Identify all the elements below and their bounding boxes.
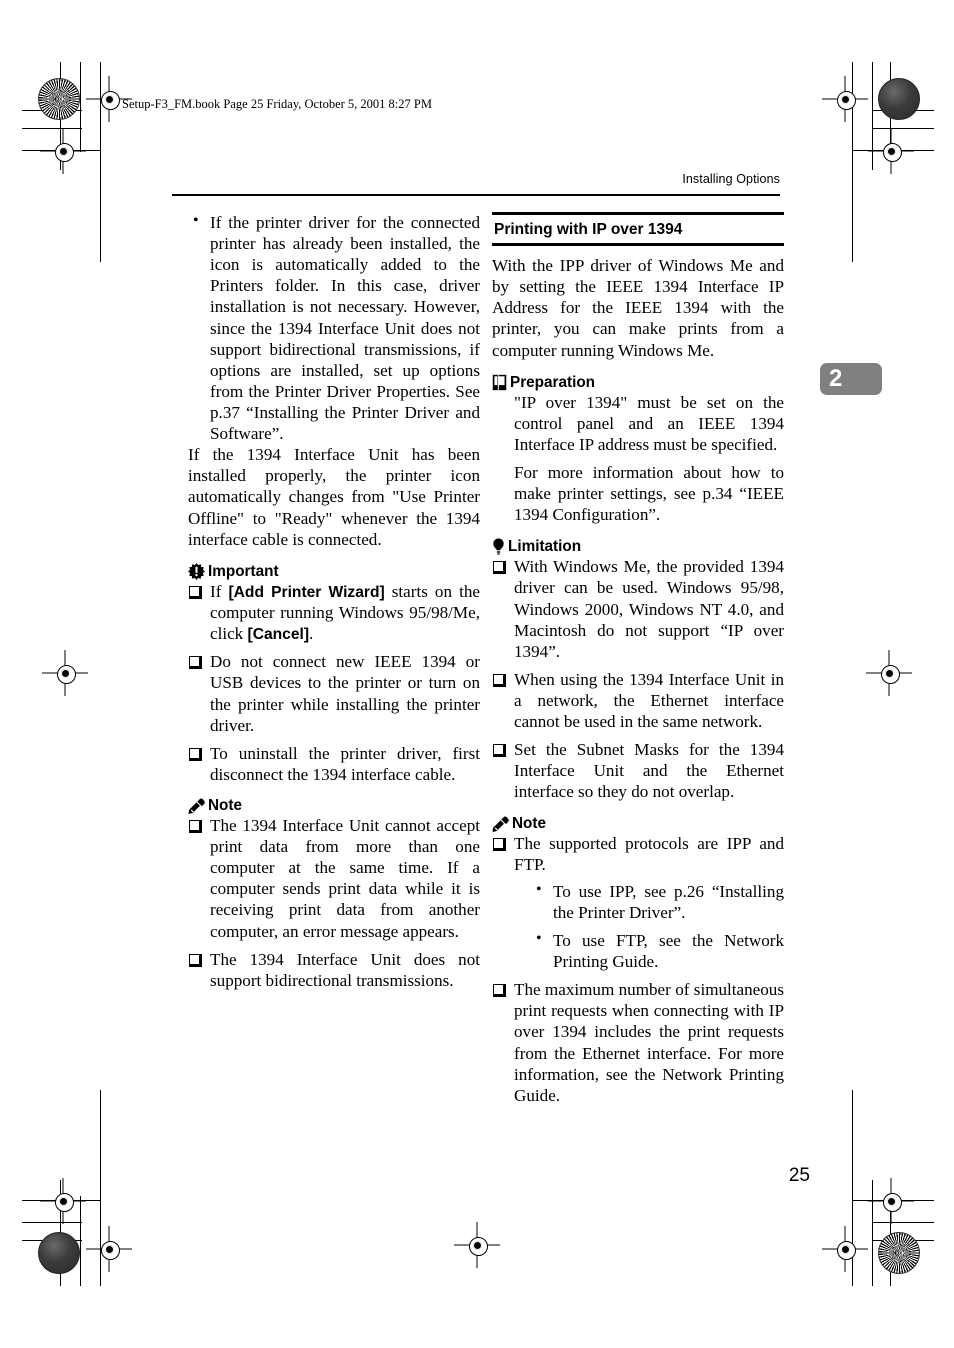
important-list: If [Add Printer Wizard] starts on the co… (188, 581, 480, 785)
list-item-text: When using the 1394 Interface Unit in a … (514, 669, 784, 732)
list-item: To uninstall the printer driver, first d… (188, 743, 480, 785)
header-rule (172, 194, 780, 196)
list-item-text: With Windows Me, the provided 1394 drive… (514, 557, 784, 661)
intro-paragraph: With the IPP driver of Windows Me and by… (492, 256, 784, 360)
chapter-tab: 2 (820, 363, 882, 395)
section-rule-bottom (492, 243, 784, 247)
important-heading: Important (188, 562, 480, 580)
ui-reference: [Cancel] (247, 626, 310, 644)
list-item-text: Set the Subnet Masks for the 1394 Interf… (514, 740, 784, 802)
list-item: The maximum number of simultaneous print… (492, 979, 784, 1106)
right-column: Printing with IP over 1394 With the IPP … (492, 212, 784, 1106)
limitation-list: With Windows Me, the provided 1394 drive… (492, 556, 784, 802)
note-heading: Note (188, 798, 480, 814)
running-head: Installing Options (682, 172, 780, 186)
list-item-text: To uninstall the printer driver, first d… (210, 743, 480, 784)
list-item: Set the Subnet Masks for the 1394 Interf… (492, 739, 784, 802)
note-pencil-icon (188, 798, 205, 814)
body-paragraph: If the 1394 Interface Unit has been inst… (188, 445, 480, 549)
note-pencil-icon (492, 815, 509, 832)
note-list: The supported protocols are IPP and FTP.… (492, 833, 784, 1106)
list-item: The 1394 Interface Unit does not support… (188, 949, 480, 991)
note-list: The 1394 Interface Unit cannot accept pr… (188, 815, 480, 991)
list-item: To use FTP, see the Network Printing Gui… (536, 929, 784, 972)
list-item-text: Do not connect new IEEE 1394 or USB devi… (210, 652, 480, 735)
list-item: With Windows Me, the provided 1394 drive… (492, 556, 784, 662)
note-label: Note (208, 797, 242, 815)
page-number: 25 (788, 1165, 810, 1186)
list-item-text: The supported protocols are IPP and FTP. (514, 833, 784, 874)
limitation-heading: Limitation (492, 538, 784, 556)
preparation-heading: Preparation (492, 374, 784, 391)
list-item: To use IPP, see p.26 “Installing the Pri… (536, 880, 784, 923)
preparation-paragraph: For more information about how to make p… (514, 463, 784, 525)
manual-page: Setup-F3_FM.book Page 25 Friday, October… (0, 0, 954, 1348)
list-item: The 1394 Interface Unit cannot accept pr… (188, 815, 480, 942)
list-item: If [Add Printer Wizard] starts on the co… (188, 581, 480, 645)
list-item-text: The 1394 Interface Unit cannot accept pr… (210, 816, 480, 941)
preparation-paragraph: "IP over 1394" must be set on the contro… (514, 392, 784, 454)
list-item-text: The maximum number of simultaneous print… (514, 980, 784, 1105)
section-heading-block: Printing with IP over 1394 (492, 212, 784, 247)
list-item: Do not connect new IEEE 1394 or USB devi… (188, 651, 480, 735)
left-column: If the printer driver for the connected … (188, 211, 480, 991)
ui-reference: [Add Printer Wizard] (228, 583, 385, 601)
note-sub-list: To use IPP, see p.26 “Installing the Pri… (514, 880, 784, 972)
important-label: Important (208, 562, 279, 580)
file-stamp: Setup-F3_FM.book Page 25 Friday, October… (122, 97, 432, 111)
list-item: The supported protocols are IPP and FTP.… (492, 833, 784, 973)
list-item-text: The 1394 Interface Unit does not support… (210, 949, 480, 990)
limitation-bulb-icon (492, 538, 505, 556)
list-item: When using the 1394 Interface Unit in a … (492, 669, 784, 732)
list-item-text: To use IPP, see p.26 “Installing the Pri… (553, 881, 784, 922)
limitation-label: Limitation (508, 538, 582, 556)
preparation-book-icon (492, 374, 507, 391)
preparation-label: Preparation (510, 373, 596, 391)
note-label: Note (512, 814, 546, 832)
note-heading: Note (492, 816, 784, 832)
important-burst-icon (188, 562, 205, 580)
section-heading: Printing with IP over 1394 (494, 221, 683, 238)
bullet-item: If the printer driver for the connected … (188, 211, 480, 444)
list-item-text: If [Add Printer Wizard] starts on the co… (210, 581, 480, 644)
list-item-text: To use FTP, see the Network Printing Gui… (553, 930, 784, 972)
